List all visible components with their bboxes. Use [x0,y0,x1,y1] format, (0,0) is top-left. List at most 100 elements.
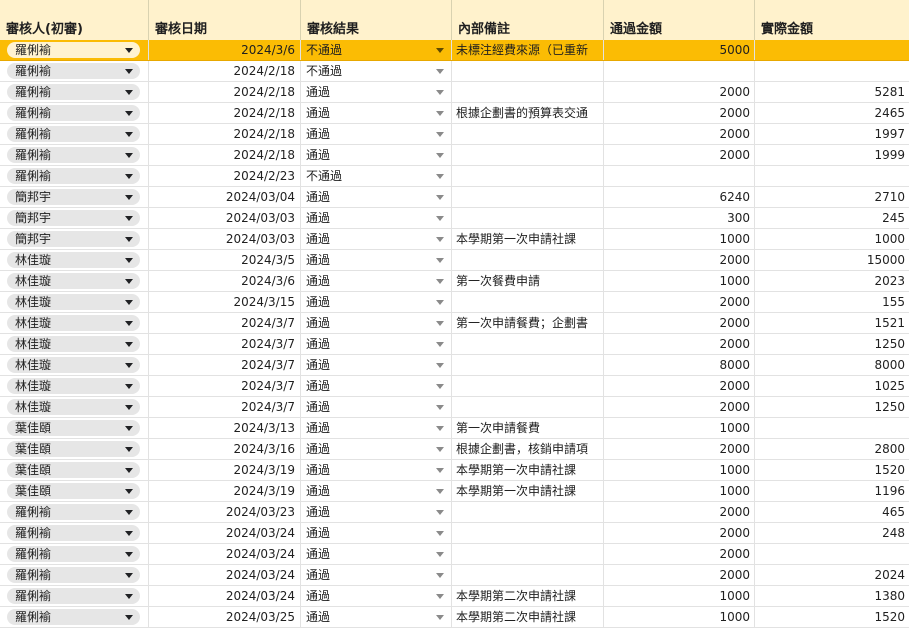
reviewer-dropdown-chip[interactable]: 羅俐褕 [7,504,140,520]
review-date-cell[interactable]: 2024/3/7 [149,376,301,396]
chevron-down-icon[interactable] [125,321,133,326]
internal-note-cell[interactable]: 第一次餐費申請 [452,271,604,291]
approved-amount-cell[interactable]: 2000 [604,565,755,585]
review-date-cell[interactable]: 2024/2/18 [149,145,301,165]
review-date-cell[interactable]: 2024/03/03 [149,229,301,249]
table-row[interactable]: 簡邦宇 2024/03/04 通過 6240 2710 [0,187,909,208]
actual-amount-cell[interactable] [755,166,909,186]
review-date-cell[interactable]: 2024/3/16 [149,439,301,459]
review-date-cell[interactable]: 2024/3/19 [149,460,301,480]
dropdown-arrow-icon[interactable] [436,363,444,368]
dropdown-arrow-icon[interactable] [436,132,444,137]
review-result-cell[interactable]: 通過 [301,271,452,291]
review-date-cell[interactable]: 2024/3/6 [149,271,301,291]
review-date-cell[interactable]: 2024/03/24 [149,565,301,585]
approved-amount-cell[interactable]: 5000 [604,40,755,60]
reviewer-dropdown-chip[interactable]: 羅俐褕 [7,105,140,121]
reviewer-cell[interactable]: 羅俐褕 [0,103,149,123]
chevron-down-icon[interactable] [125,90,133,95]
review-date-cell[interactable]: 2024/3/7 [149,334,301,354]
reviewer-dropdown-chip[interactable]: 羅俐褕 [7,84,140,100]
review-result-cell[interactable]: 通過 [301,376,452,396]
dropdown-arrow-icon[interactable] [436,300,444,305]
reviewer-cell[interactable]: 林佳璇 [0,313,149,333]
reviewer-dropdown-chip[interactable]: 林佳璇 [7,273,140,289]
reviewer-cell[interactable]: 葉佳頤 [0,439,149,459]
reviewer-cell[interactable]: 簡邦宇 [0,229,149,249]
review-date-cell[interactable]: 2024/3/7 [149,313,301,333]
actual-amount-cell[interactable]: 1521 [755,313,909,333]
table-row[interactable]: 葉佳頤 2024/3/19 通過 本學期第一次申請社課 1000 1196 [0,481,909,502]
reviewer-cell[interactable]: 羅俐褕 [0,523,149,543]
dropdown-arrow-icon[interactable] [436,237,444,242]
review-result-cell[interactable]: 通過 [301,439,452,459]
table-row[interactable]: 羅俐褕 2024/3/6 不通過 未標注經費來源（已重新 5000 [0,40,909,61]
reviewer-dropdown-chip[interactable]: 林佳璇 [7,378,140,394]
actual-amount-cell[interactable]: 1997 [755,124,909,144]
table-row[interactable]: 羅俐褕 2024/2/23 不通過 [0,166,909,187]
reviewer-dropdown-chip[interactable]: 葉佳頤 [7,441,140,457]
reviewer-cell[interactable]: 葉佳頤 [0,481,149,501]
table-row[interactable]: 羅俐褕 2024/03/25 通過 本學期第二次申請社課 1000 1520 [0,607,909,628]
reviewer-dropdown-chip[interactable]: 林佳璇 [7,252,140,268]
chevron-down-icon[interactable] [125,258,133,263]
table-row[interactable]: 羅俐褕 2024/2/18 通過 2000 5281 [0,82,909,103]
review-date-cell[interactable]: 2024/3/19 [149,481,301,501]
table-row[interactable]: 羅俐褕 2024/03/23 通過 2000 465 [0,502,909,523]
reviewer-dropdown-chip[interactable]: 林佳璇 [7,294,140,310]
internal-note-cell[interactable] [452,334,604,354]
actual-amount-cell[interactable]: 1250 [755,397,909,417]
actual-amount-cell[interactable]: 1196 [755,481,909,501]
review-result-cell[interactable]: 通過 [301,481,452,501]
dropdown-arrow-icon[interactable] [436,321,444,326]
internal-note-cell[interactable]: 第一次申請餐費 [452,418,604,438]
review-result-cell[interactable]: 通過 [301,208,452,228]
dropdown-arrow-icon[interactable] [436,258,444,263]
actual-amount-cell[interactable]: 465 [755,502,909,522]
approved-amount-cell[interactable]: 2000 [604,334,755,354]
reviewer-dropdown-chip[interactable]: 葉佳頤 [7,483,140,499]
reviewer-dropdown-chip[interactable]: 羅俐褕 [7,609,140,625]
chevron-down-icon[interactable] [125,405,133,410]
header-internal-note[interactable]: 內部備註 [452,0,604,40]
reviewer-dropdown-chip[interactable]: 林佳璇 [7,399,140,415]
review-result-cell[interactable]: 不通過 [301,40,452,60]
reviewer-cell[interactable]: 羅俐褕 [0,502,149,522]
actual-amount-cell[interactable]: 2465 [755,103,909,123]
reviewer-cell[interactable]: 羅俐褕 [0,166,149,186]
approved-amount-cell[interactable] [604,166,755,186]
review-date-cell[interactable]: 2024/3/6 [149,40,301,60]
chevron-down-icon[interactable] [125,279,133,284]
internal-note-cell[interactable]: 根據企劃書的預算表交通 [452,103,604,123]
chevron-down-icon[interactable] [125,342,133,347]
table-row[interactable]: 林佳璇 2024/3/6 通過 第一次餐費申請 1000 2023 [0,271,909,292]
reviewer-dropdown-chip[interactable]: 葉佳頤 [7,420,140,436]
reviewer-cell[interactable]: 羅俐褕 [0,544,149,564]
review-result-cell[interactable]: 通過 [301,418,452,438]
reviewer-cell[interactable]: 林佳璇 [0,271,149,291]
actual-amount-cell[interactable]: 245 [755,208,909,228]
internal-note-cell[interactable]: 本學期第一次申請社課 [452,460,604,480]
dropdown-arrow-icon[interactable] [436,426,444,431]
review-date-cell[interactable]: 2024/03/25 [149,607,301,627]
table-row[interactable]: 葉佳頤 2024/3/13 通過 第一次申請餐費 1000 [0,418,909,439]
actual-amount-cell[interactable]: 8000 [755,355,909,375]
dropdown-arrow-icon[interactable] [436,111,444,116]
review-result-cell[interactable]: 通過 [301,502,452,522]
table-row[interactable]: 林佳璇 2024/3/7 通過 2000 1250 [0,334,909,355]
reviewer-cell[interactable]: 羅俐褕 [0,124,149,144]
review-result-cell[interactable]: 通過 [301,250,452,270]
actual-amount-cell[interactable] [755,544,909,564]
header-actual-amount[interactable]: 實際金額 [755,0,909,40]
approved-amount-cell[interactable]: 1000 [604,460,755,480]
actual-amount-cell[interactable]: 248 [755,523,909,543]
review-result-cell[interactable]: 通過 [301,103,452,123]
approved-amount-cell[interactable]: 2000 [604,397,755,417]
actual-amount-cell[interactable]: 1380 [755,586,909,606]
reviewer-cell[interactable]: 羅俐褕 [0,145,149,165]
actual-amount-cell[interactable]: 1520 [755,607,909,627]
internal-note-cell[interactable]: 本學期第二次申請社課 [452,586,604,606]
reviewer-cell[interactable]: 羅俐褕 [0,61,149,81]
dropdown-arrow-icon[interactable] [436,153,444,158]
internal-note-cell[interactable] [452,355,604,375]
